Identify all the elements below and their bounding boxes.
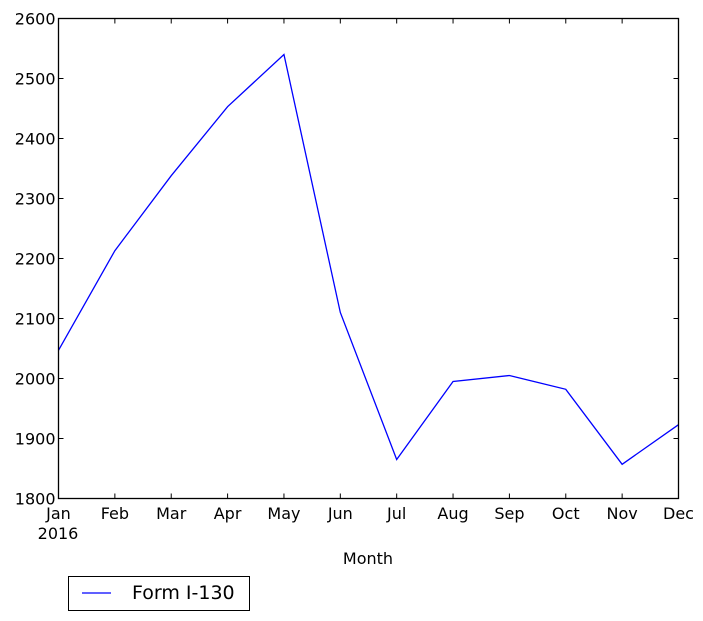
y-tick-label: 2300	[15, 190, 56, 209]
x-tick-label: Nov	[607, 504, 638, 523]
x-tick-label: Aug	[437, 504, 468, 523]
plot-frame	[57, 17, 680, 500]
x-tick-label: Jun	[327, 504, 353, 523]
y-tick-label: 2000	[15, 370, 56, 389]
x-axis-sublabel: 2016	[38, 524, 79, 543]
y-tick-label: 2100	[15, 310, 56, 329]
y-tick-labels: 180019002000210022002300240025002600	[15, 10, 56, 509]
y-tick-label: 2400	[15, 130, 56, 149]
y-tick-label: 2600	[15, 10, 56, 29]
x-tick-label: Oct	[552, 504, 580, 523]
x-tick-labels: Jan Feb Mar Apr May Jun Jul Aug Sep Oct Nov Dec	[45, 504, 694, 523]
line-chart: 180019002000210022002300240025002600 Jan…	[15, 10, 694, 611]
x-tick-label: Mar	[156, 504, 187, 523]
legend: Form I-130	[68, 576, 250, 611]
ticks-group	[58, 18, 679, 499]
y-tick-label: 2500	[15, 70, 56, 89]
x-tick-label: Jan	[45, 504, 71, 523]
x-tick-label: Jul	[386, 504, 406, 523]
legend-label: Form I-130	[132, 582, 235, 604]
y-tick-label: 1900	[15, 430, 56, 449]
x-tick-label: Apr	[214, 504, 242, 523]
x-tick-label: Dec	[663, 504, 694, 523]
x-tick-label: May	[267, 504, 300, 523]
x-tick-label: Feb	[101, 504, 129, 523]
x-tick-label: Sep	[494, 504, 524, 523]
series-line-form-i-130	[57, 53, 679, 466]
x-axis-label: Month	[343, 549, 393, 568]
y-tick-label: 2200	[15, 250, 56, 269]
